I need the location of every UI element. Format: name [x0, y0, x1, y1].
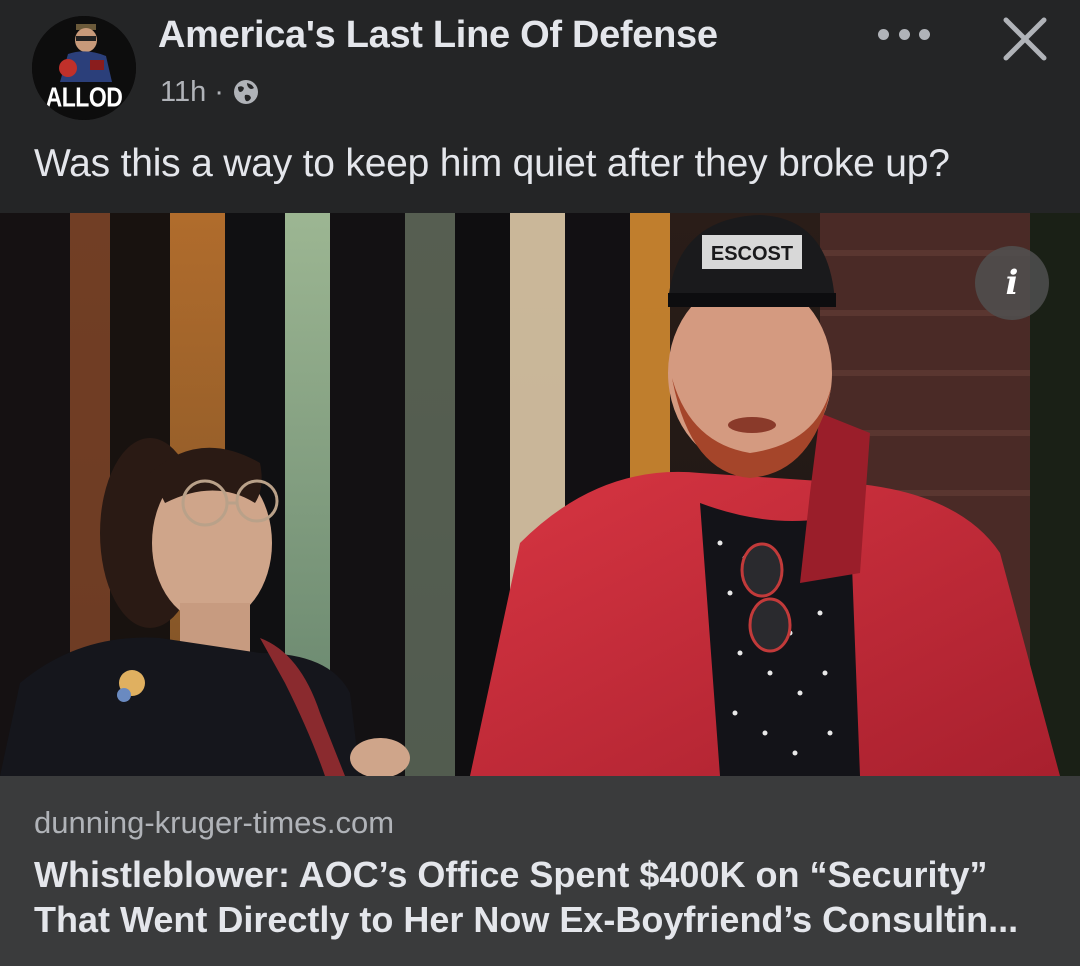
- info-glyph: i: [1005, 263, 1019, 303]
- meta-separator: ·: [214, 75, 224, 108]
- post-meta: 11h ·: [160, 74, 260, 110]
- link-headline[interactable]: Whistleblower: AOC’s Office Spent $400K …: [34, 852, 1054, 942]
- close-icon[interactable]: [996, 10, 1054, 68]
- page-name-link[interactable]: America's Last Line Of Defense: [158, 14, 718, 57]
- page-avatar[interactable]: ALLOD: [32, 16, 136, 120]
- info-icon[interactable]: i: [975, 246, 1049, 320]
- post-photo[interactable]: ESCOST: [0, 213, 1080, 776]
- post-time[interactable]: 11h: [160, 76, 206, 109]
- photo-image: ESCOST: [0, 213, 1080, 776]
- link-headline-line-2: That Went Directly to Her Now Ex-Boyfrie…: [34, 899, 1019, 940]
- post-caption: Was this a way to keep him quiet after t…: [34, 142, 950, 185]
- facebook-post: ALLOD America's Last Line Of Defense 11h…: [0, 0, 1080, 966]
- link-domain[interactable]: dunning-kruger-times.com: [34, 805, 394, 841]
- globe-icon: [232, 78, 260, 106]
- more-horizontal-icon[interactable]: [878, 20, 930, 48]
- post-header: ALLOD America's Last Line Of Defense 11h…: [0, 0, 1080, 120]
- link-headline-line-1: Whistleblower: AOC’s Office Spent $400K …: [34, 854, 988, 895]
- cap-logo-text: ESCOST: [711, 243, 793, 265]
- avatar-logo-text: ALLOD: [45, 81, 123, 113]
